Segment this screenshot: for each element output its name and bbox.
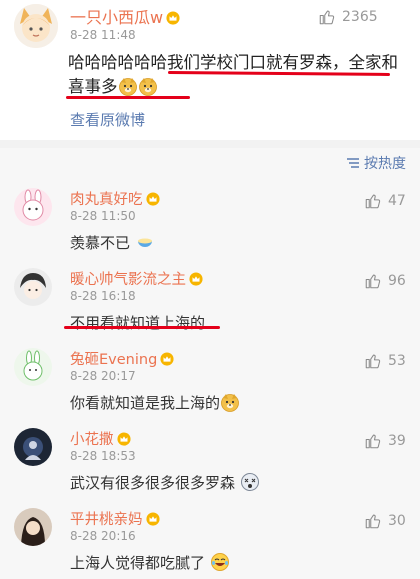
comment-text: 不用看就知道上海的 [70, 314, 206, 332]
red-underline-annotation [64, 326, 220, 329]
comment-username[interactable]: 小花撒 [70, 428, 131, 449]
comment-like-button[interactable]: 47 [364, 192, 406, 210]
sort-bar: 按热度 [0, 148, 420, 178]
comment-like-count: 30 [388, 513, 406, 529]
comment-text: 上海人觉得都吃腻了 [70, 552, 230, 573]
comment-like-button[interactable]: 53 [364, 352, 406, 370]
comment-username[interactable]: 兔砸Evening [70, 348, 174, 369]
thumbs-up-icon [364, 272, 382, 290]
main-post-time: 8-28 11:48 [70, 28, 136, 42]
crown-icon [189, 272, 203, 286]
doge-emoji-icon [138, 76, 158, 96]
thumbs-up-icon [364, 512, 382, 530]
crown-icon [146, 192, 160, 206]
comment-avatar[interactable] [14, 268, 52, 306]
crown-icon [160, 352, 174, 366]
crown-icon [117, 432, 131, 446]
crown-icon [166, 11, 180, 25]
comment-username[interactable]: 肉丸真好吃 [70, 188, 160, 209]
thumbs-up-icon [364, 432, 382, 450]
comment-username[interactable]: 平井桃亲妈 [70, 508, 160, 529]
red-underline-annotation [66, 96, 190, 99]
comment-like-button[interactable]: 30 [364, 512, 406, 530]
dizzy-face-emoji-icon [240, 473, 259, 491]
comment-avatar[interactable] [14, 428, 52, 466]
comment-time: 8-28 18:53 [70, 449, 136, 463]
thumbs-up-icon [364, 352, 382, 370]
comment-like-button[interactable]: 39 [364, 432, 406, 450]
comment-item: 兔砸Evening 8-28 20:17 53 你看就知道是我上海的 [0, 338, 420, 418]
main-like-button[interactable]: 2365 [318, 8, 378, 26]
bowl-emoji-icon [137, 238, 152, 247]
sort-by-hot-button[interactable]: 按热度 [346, 153, 406, 173]
thumbs-up-icon [364, 192, 382, 210]
comment-avatar[interactable] [14, 188, 52, 226]
comment-item: 平井桃亲妈 8-28 20:16 30 上海人觉得都吃腻了 [0, 498, 420, 579]
comment-like-count: 96 [388, 273, 406, 289]
sort-icon [347, 158, 359, 168]
main-user-avatar[interactable] [14, 4, 58, 48]
comment-username[interactable]: 暖心帅气影流之主 [70, 268, 203, 289]
section-divider [0, 140, 420, 148]
comment-like-count: 39 [388, 433, 406, 449]
thumbs-up-icon [318, 8, 336, 26]
main-like-count: 2365 [342, 9, 378, 25]
comment-item: 暖心帅气影流之主 8-28 16:18 96 不用看就知道上海的 [0, 258, 420, 338]
doge-emoji-icon [220, 392, 240, 412]
comment-time: 8-28 16:18 [70, 289, 136, 303]
comment-time: 8-28 11:50 [70, 209, 136, 223]
comment-like-button[interactable]: 96 [364, 272, 406, 290]
crown-icon [146, 512, 160, 526]
comment-item: 肉丸真好吃 8-28 11:50 47 羡慕不已 [0, 178, 420, 258]
comment-like-count: 47 [388, 193, 406, 209]
comment-like-count: 53 [388, 353, 406, 369]
comment-time: 8-28 20:16 [70, 529, 136, 543]
comment-text: 武汉有很多很多很多罗森 [70, 472, 260, 493]
comment-avatar[interactable] [14, 508, 52, 546]
view-original-link[interactable]: 查看原微博 [70, 109, 145, 130]
comment-text: 羡慕不已 [70, 232, 155, 253]
comment-time: 8-28 20:17 [70, 369, 136, 383]
laughing-tears-emoji-icon [210, 553, 229, 571]
comment-avatar[interactable] [14, 348, 52, 386]
main-post: 一只小西瓜w 8-28 11:48 2365 哈哈哈哈哈哈我们学校门口就有罗森，… [0, 0, 420, 140]
doge-emoji-icon [118, 76, 138, 96]
comment-item: 小花撒 8-28 18:53 39 武汉有很多很多很多罗森 [0, 418, 420, 498]
main-username[interactable]: 一只小西瓜w [70, 4, 180, 28]
comment-text: 你看就知道是我上海的 [70, 392, 240, 413]
